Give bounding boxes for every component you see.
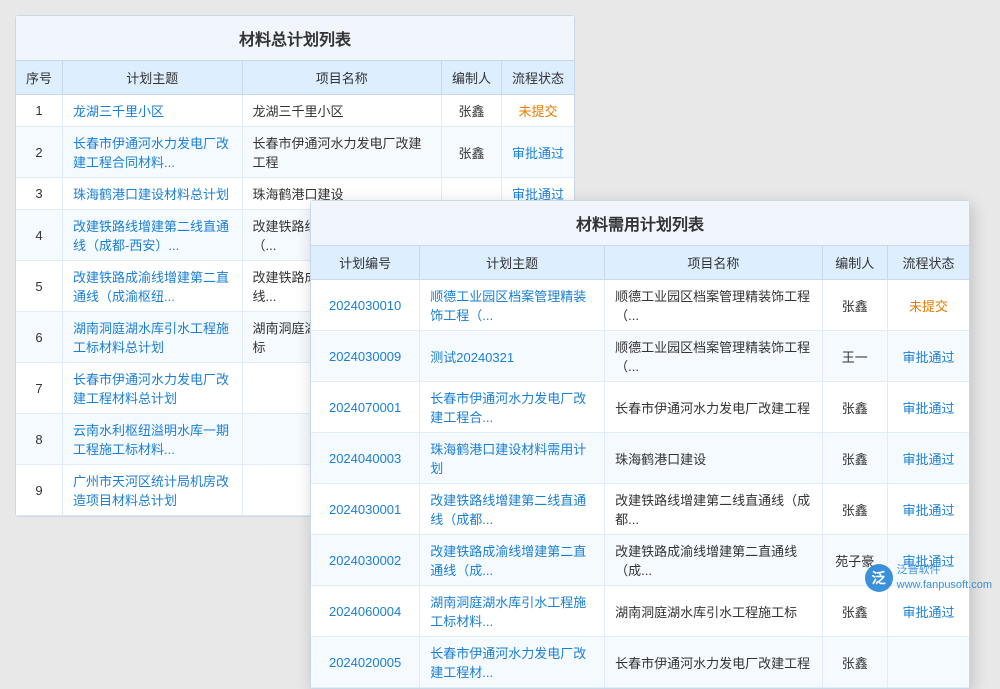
cell-status: 审批通过 [887,484,969,535]
cell-code: 2024020005 [311,637,420,688]
cell-seq: 8 [16,414,63,465]
cell-plan[interactable]: 测试20240321 [420,331,605,382]
cell-plan[interactable]: 长春市伊通河水力发电厂改建工程材料总计划 [63,363,243,414]
table-row[interactable]: 2024040003珠海鹤港口建设材料需用计划珠海鹤港口建设张鑫审批通过 [311,433,969,484]
cell-status: 审批通过 [887,433,969,484]
cell-seq: 5 [16,261,63,312]
cell-status [887,637,969,688]
cell-plan[interactable]: 珠海鹤港口建设材料需用计划 [420,433,605,484]
cell-plan[interactable]: 云南水利枢纽溢明水库一期工程施工标材料... [63,414,243,465]
cell-editor: 张鑫 [822,484,887,535]
demand-plan-title: 材料需用计划列表 [311,201,969,246]
cell-plan[interactable]: 长春市伊通河水力发电厂改建工程材... [420,637,605,688]
total-plan-header-row: 序号 计划主题 项目名称 编制人 流程状态 [16,61,574,95]
cell-seq: 6 [16,312,63,363]
cell-seq: 2 [16,127,63,178]
cell-plan[interactable]: 顺德工业园区档案管理精装饰工程（... [420,280,605,331]
cell-project: 改建铁路成渝线增建第二直通线（成... [605,535,823,586]
th2-status: 流程状态 [887,246,969,280]
cell-seq: 9 [16,465,63,516]
cell-plan[interactable]: 改建铁路成渝线增建第二直通线（成... [420,535,605,586]
table-row[interactable]: 2长春市伊通河水力发电厂改建工程合同材料...长春市伊通河水力发电厂改建工程张鑫… [16,127,574,178]
cell-plan[interactable]: 改建铁路线增建第二线直通线（成都-西安）... [63,210,243,261]
cell-plan[interactable]: 湖南洞庭湖水库引水工程施工标材料... [420,586,605,637]
table-row[interactable]: 2024030009测试20240321顺德工业园区档案管理精装饰工程（...王… [311,331,969,382]
demand-plan-table: 材料需用计划列表 计划编号 计划主题 项目名称 编制人 流程状态 2024030… [310,200,970,689]
cell-code: 2024040003 [311,433,420,484]
table-row[interactable]: 2024060004湖南洞庭湖水库引水工程施工标材料...湖南洞庭湖水库引水工程… [311,586,969,637]
cell-editor: 张鑫 [822,433,887,484]
cell-status: 审批通过 [887,382,969,433]
cell-project: 长春市伊通河水力发电厂改建工程 [605,382,823,433]
cell-project: 改建铁路线增建第二线直通线（成都... [605,484,823,535]
th-project: 项目名称 [242,61,441,95]
cell-code: 2024030002 [311,535,420,586]
cell-code: 2024030010 [311,280,420,331]
th2-code: 计划编号 [311,246,420,280]
th2-project: 项目名称 [605,246,823,280]
cell-project: 顺德工业园区档案管理精装饰工程（... [605,280,823,331]
cell-plan[interactable]: 长春市伊通河水力发电厂改建工程合同材料... [63,127,243,178]
demand-plan-header-row: 计划编号 计划主题 项目名称 编制人 流程状态 [311,246,969,280]
watermark-logo: 泛 [865,564,893,592]
total-plan-title: 材料总计划列表 [16,16,574,61]
cell-status: 审批通过 [887,586,969,637]
cell-plan[interactable]: 龙湖三千里小区 [63,95,243,127]
watermark: 泛 泛普软件 www.fanpusoft.com [865,563,992,592]
table-row[interactable]: 2024070001长春市伊通河水力发电厂改建工程合...长春市伊通河水力发电厂… [311,382,969,433]
cell-editor: 王一 [822,331,887,382]
cell-seq: 4 [16,210,63,261]
cell-editor: 张鑫 [822,280,887,331]
table-row[interactable]: 1龙湖三千里小区龙湖三千里小区张鑫未提交 [16,95,574,127]
cell-editor: 张鑫 [822,382,887,433]
demand-plan-data-table: 计划编号 计划主题 项目名称 编制人 流程状态 2024030010顺德工业园区… [311,246,969,688]
cell-project: 顺德工业园区档案管理精装饰工程（... [605,331,823,382]
cell-seq: 3 [16,178,63,210]
cell-status: 未提交 [887,280,969,331]
watermark-text: 泛普软件 www.fanpusoft.com [897,563,992,592]
cell-plan[interactable]: 广州市天河区统计局机房改造项目材料总计划 [63,465,243,516]
cell-code: 2024030009 [311,331,420,382]
th-plan: 计划主题 [63,61,243,95]
table-row[interactable]: 2024030001改建铁路线增建第二线直通线（成都...改建铁路线增建第二线直… [311,484,969,535]
th2-plan: 计划主题 [420,246,605,280]
cell-plan[interactable]: 珠海鹤港口建设材料总计划 [63,178,243,210]
cell-plan[interactable]: 改建铁路成渝线增建第二直通线（成渝枢纽... [63,261,243,312]
cell-code: 2024060004 [311,586,420,637]
th-editor: 编制人 [441,61,501,95]
cell-editor: 张鑫 [822,637,887,688]
cell-plan[interactable]: 湖南洞庭湖水库引水工程施工标材料总计划 [63,312,243,363]
cell-project: 珠海鹤港口建设 [605,433,823,484]
watermark-url: www.fanpusoft.com [897,578,992,592]
cell-status: 未提交 [501,95,574,127]
cell-status: 审批通过 [887,331,969,382]
table-row[interactable]: 2024030010顺德工业园区档案管理精装饰工程（...顺德工业园区档案管理精… [311,280,969,331]
table-row[interactable]: 2024020005长春市伊通河水力发电厂改建工程材...长春市伊通河水力发电厂… [311,637,969,688]
cell-editor: 张鑫 [441,95,501,127]
cell-plan[interactable]: 改建铁路线增建第二线直通线（成都... [420,484,605,535]
th-seq: 序号 [16,61,63,95]
cell-project: 长春市伊通河水力发电厂改建工程 [605,637,823,688]
cell-status: 审批通过 [501,127,574,178]
watermark-company: 泛普软件 [897,563,992,577]
cell-project: 龙湖三千里小区 [242,95,441,127]
th2-editor: 编制人 [822,246,887,280]
cell-project: 湖南洞庭湖水库引水工程施工标 [605,586,823,637]
cell-code: 2024030001 [311,484,420,535]
cell-seq: 1 [16,95,63,127]
cell-project: 长春市伊通河水力发电厂改建工程 [242,127,441,178]
th-status: 流程状态 [501,61,574,95]
cell-code: 2024070001 [311,382,420,433]
cell-plan[interactable]: 长春市伊通河水力发电厂改建工程合... [420,382,605,433]
cell-editor: 张鑫 [441,127,501,178]
cell-seq: 7 [16,363,63,414]
cell-editor: 张鑫 [822,586,887,637]
